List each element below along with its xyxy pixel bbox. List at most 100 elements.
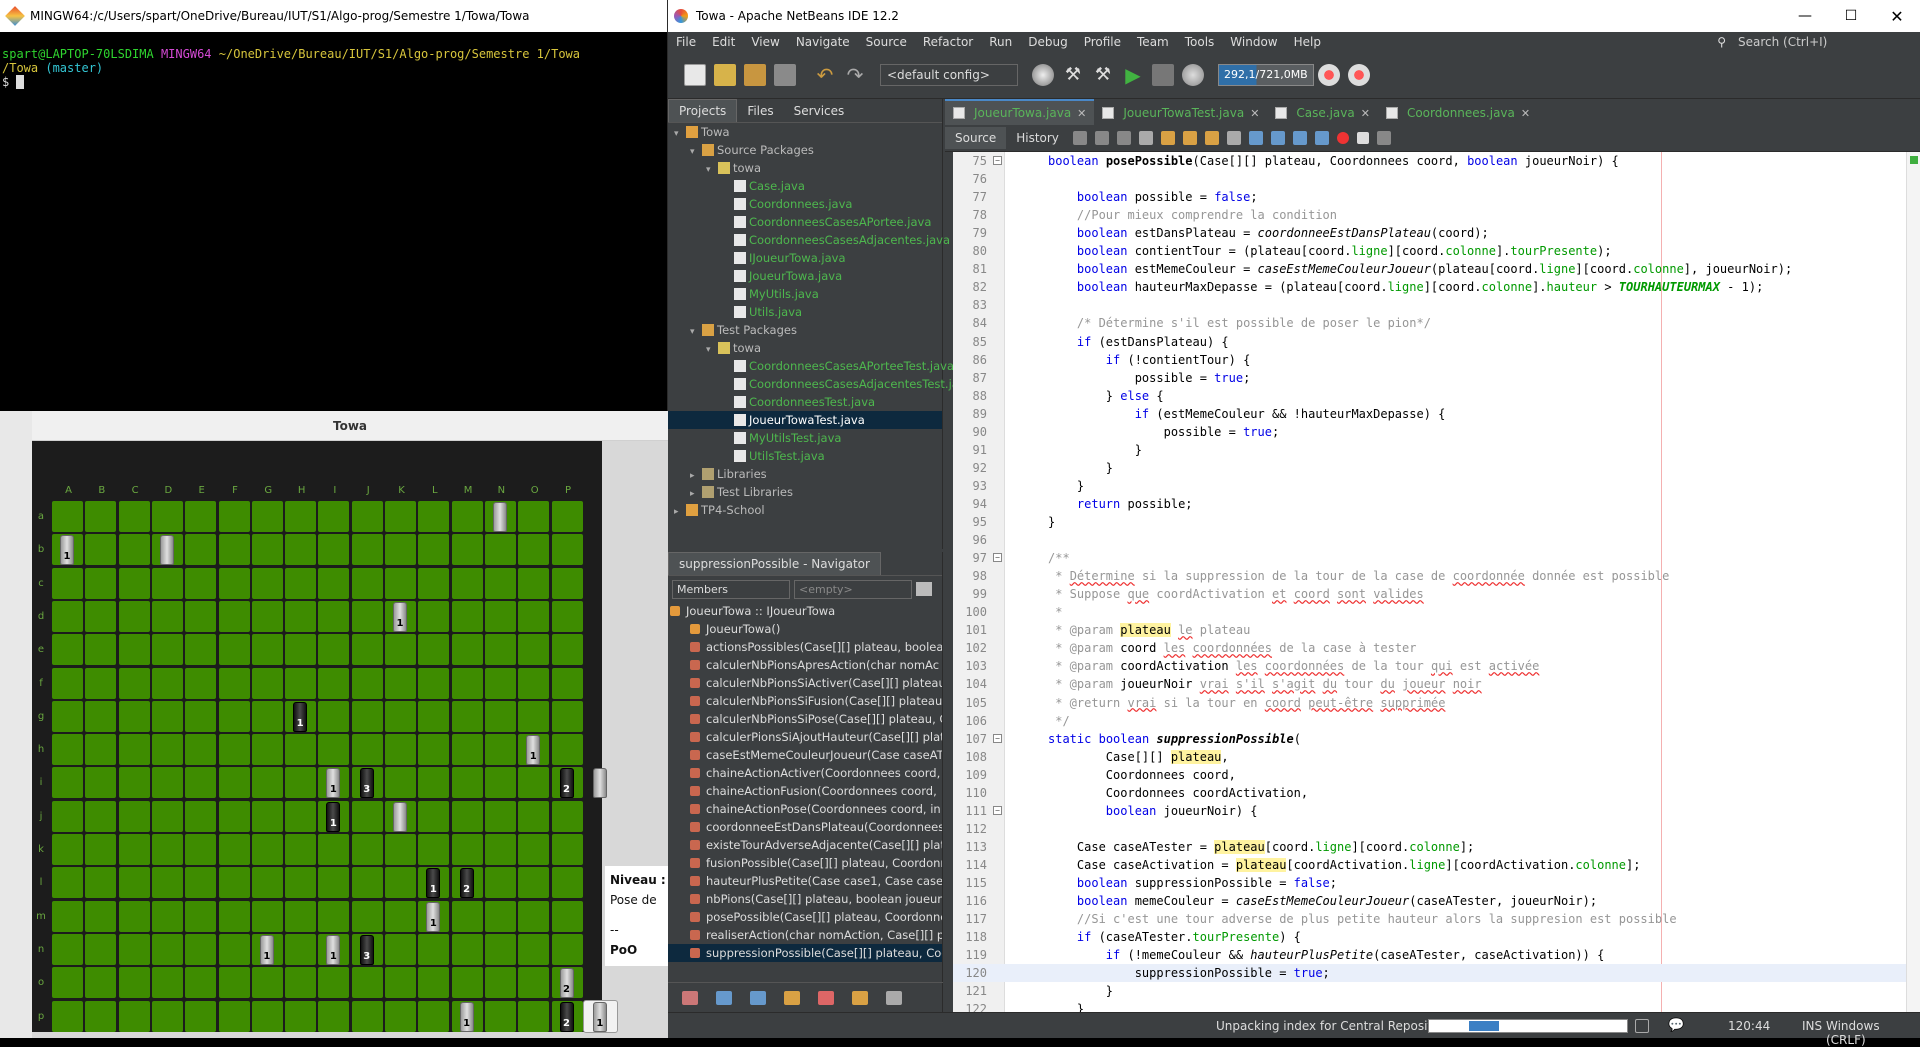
board-cell[interactable]: [351, 834, 383, 865]
board-cell[interactable]: [385, 867, 416, 899]
filter-nonpublic-icon[interactable]: [750, 990, 766, 1005]
code-line[interactable]: 89 if (estMemeCouleur && !hauteurMaxDepa…: [953, 405, 1920, 423]
navigator-member[interactable]: fusionPossible(Case[][] plateau, Coordon…: [668, 854, 942, 872]
code-line[interactable]: 83: [953, 296, 1920, 314]
fold-icon[interactable]: −: [993, 553, 1002, 563]
board-cell[interactable]: [118, 834, 150, 865]
board-cell[interactable]: [484, 800, 516, 832]
board-cell[interactable]: [484, 634, 516, 666]
code-line[interactable]: 115 boolean suppressionPossible = false;: [953, 874, 1920, 892]
board-cell[interactable]: [551, 600, 583, 632]
board-cell[interactable]: [418, 1000, 450, 1032]
board-cell[interactable]: [151, 1000, 183, 1032]
white-tower[interactable]: 1: [393, 601, 407, 632]
board-cell[interactable]: [518, 700, 550, 732]
board-cell[interactable]: [551, 734, 583, 766]
board-cell[interactable]: [318, 734, 350, 766]
tab-files[interactable]: Files: [737, 100, 783, 122]
board-cell[interactable]: [85, 767, 117, 799]
netbeans-window[interactable]: Towa - Apache NetBeans IDE 12.2 — ☐ ✕ Fi…: [668, 0, 1920, 1047]
board-cell[interactable]: [185, 767, 217, 799]
board-cell[interactable]: [318, 900, 350, 932]
white-tower[interactable]: 1: [459, 1001, 474, 1032]
find-prev-icon[interactable]: [1160, 131, 1175, 145]
board-cell[interactable]: [518, 634, 550, 666]
white-tower[interactable]: 2: [559, 968, 574, 999]
board-cell[interactable]: [118, 734, 150, 766]
navigator-member[interactable]: realiserAction(char nomAction, Case[][] …: [668, 926, 942, 944]
board-cell[interactable]: [118, 967, 150, 999]
menu-profile[interactable]: Profile: [1076, 35, 1129, 49]
code-line[interactable]: 78 //Pour mieux comprendre la condition: [953, 206, 1920, 224]
board-cell[interactable]: [218, 734, 250, 766]
board-cell[interactable]: [351, 1000, 383, 1032]
tree-item[interactable]: ▸ TP4-School: [668, 501, 942, 519]
board-cell[interactable]: [484, 667, 516, 699]
menu-view[interactable]: View: [743, 35, 787, 49]
board-cell[interactable]: [85, 834, 117, 865]
black-tower[interactable]: 1: [426, 868, 441, 899]
menu-help[interactable]: Help: [1286, 35, 1329, 49]
board-cell[interactable]: [351, 534, 383, 566]
board-cell[interactable]: [218, 1000, 250, 1032]
navigator-member[interactable]: actionsPossibles(Case[][] plateau, boole…: [668, 638, 942, 656]
board-cell[interactable]: [518, 1000, 550, 1032]
board-cell[interactable]: [351, 900, 383, 932]
board-cell[interactable]: [218, 867, 250, 899]
board-cell[interactable]: [251, 967, 283, 999]
black-tower[interactable]: 2: [559, 768, 574, 799]
terminal-output[interactable]: spart@LAPTOP-70LSDIMA MINGW64 ~/OneDrive…: [0, 32, 667, 104]
board-cell[interactable]: [218, 667, 250, 699]
code-line[interactable]: 97 /** −: [953, 549, 1920, 567]
maximize-icon[interactable]: ☐: [1828, 8, 1874, 24]
black-tower[interactable]: 3: [359, 768, 374, 799]
tree-item[interactable]: CoordonneesCasesAdjacentesTest.java: [668, 375, 973, 393]
board-cell[interactable]: [385, 933, 416, 965]
code-line[interactable]: 76: [953, 170, 1920, 188]
board-cell[interactable]: [385, 534, 416, 566]
code-line[interactable]: 107 static boolean suppressionPossible(−: [953, 730, 1920, 748]
tree-item[interactable]: MyUtilsTest.java: [668, 429, 942, 447]
expand-icon[interactable]: ▸: [674, 503, 686, 521]
board-cell[interactable]: [385, 501, 416, 532]
board-cell[interactable]: [318, 667, 350, 699]
board-cell[interactable]: [185, 501, 217, 532]
board-cell[interactable]: [52, 501, 83, 532]
board-cell[interactable]: [151, 933, 183, 965]
tree-item[interactable]: CoordonneesTest.java: [668, 393, 942, 411]
board-cell[interactable]: [52, 900, 83, 932]
board-cell[interactable]: [385, 1000, 416, 1032]
open-project-icon[interactable]: [744, 64, 766, 86]
board-cell[interactable]: [451, 967, 483, 999]
tree-item[interactable]: ▸ Libraries: [668, 465, 942, 483]
board-cell[interactable]: [418, 700, 450, 732]
board-cell[interactable]: [185, 534, 217, 566]
board-cell[interactable]: [518, 667, 550, 699]
board-cell[interactable]: [551, 900, 583, 932]
board-cell[interactable]: [251, 600, 283, 632]
new-file-icon[interactable]: [684, 64, 706, 86]
profiler-snapshot-icon[interactable]: [1347, 64, 1370, 86]
code-line[interactable]: 77 boolean possible = false;: [953, 188, 1920, 206]
code-line[interactable]: 104 * @param joueurNoir vrai s'il s'agit…: [953, 675, 1920, 693]
board-cell[interactable]: [118, 600, 150, 632]
board-cell[interactable]: [551, 667, 583, 699]
board-cell[interactable]: [52, 567, 83, 599]
board-cell[interactable]: [518, 867, 550, 899]
navigator-member[interactable]: calculerNbPionsSiActiver(Case[][] platea…: [668, 674, 942, 692]
board-cell[interactable]: [351, 501, 383, 532]
save-all-icon[interactable]: [774, 64, 796, 86]
board-cell[interactable]: [451, 834, 483, 865]
editor-tab-coordonnees[interactable]: Coordonnees.java ✕: [1378, 101, 1538, 125]
code-line[interactable]: 84 /* Détermine s'il est possible de pos…: [953, 314, 1920, 332]
board-cell[interactable]: [418, 600, 450, 632]
board-cell[interactable]: [551, 501, 583, 532]
board-cell[interactable]: [52, 767, 83, 799]
board-cell[interactable]: [418, 834, 450, 865]
board-cell[interactable]: [251, 501, 283, 532]
board-cell[interactable]: [185, 634, 217, 666]
board-cell[interactable]: [85, 700, 117, 732]
code-line[interactable]: 100 *: [953, 603, 1920, 621]
navigator-member[interactable]: calculerNbPionsSiFusion(Case[][] plateau…: [668, 692, 942, 710]
board-cell[interactable]: [52, 1000, 83, 1032]
